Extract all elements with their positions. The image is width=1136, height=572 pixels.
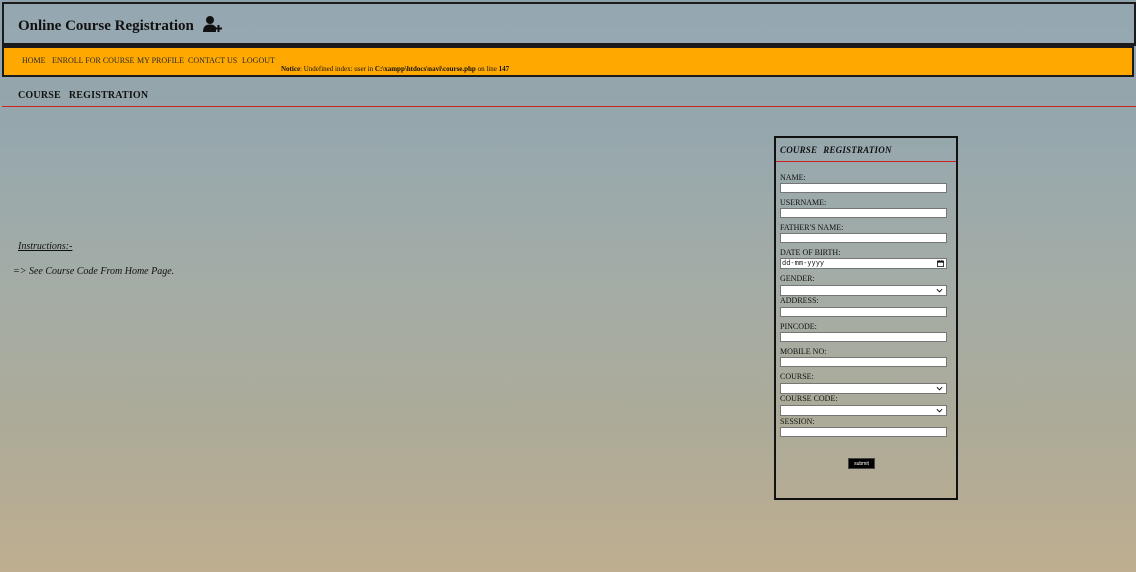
submit-button[interactable]: submit (848, 458, 875, 469)
dob-placeholder: dd-mm-yyyy (782, 259, 825, 267)
nav-bar: HOME ENROLL FOR COURSE MY PROFILE CONTAC… (2, 45, 1134, 77)
page-title-word-1: COURSE (18, 90, 61, 101)
chevron-down-icon (936, 288, 943, 293)
user-add-icon (203, 16, 222, 32)
site-title: Online Course Registration (18, 18, 194, 34)
address-input[interactable] (780, 307, 947, 317)
course-code-label: COURSE CODE: (780, 394, 838, 403)
registration-form: COURSE REGISTRATION NAME: USERNAME: FATHE… (774, 136, 958, 500)
nav-profile-link[interactable]: MY PROFILE (137, 56, 184, 65)
dob-label: DATE OF BIRTH: (780, 248, 841, 257)
form-title-word-2: REGISTRATION (823, 145, 892, 155)
notice-label: Notice (281, 65, 301, 73)
nav-contact-link[interactable]: CONTACT US (188, 56, 237, 65)
page-title-word-2: REGISTRATION (68, 90, 149, 101)
session-input[interactable] (780, 427, 947, 437)
pincode-input[interactable] (780, 332, 947, 342)
dob-input[interactable]: dd-mm-yyyy (780, 258, 947, 269)
father-name-label: FATHER'S NAME: (780, 223, 844, 232)
calendar-icon[interactable] (937, 260, 944, 267)
instructions-line: => See Course Code From Home Page. (13, 266, 175, 277)
gender-label: GENDER: (780, 274, 815, 283)
chevron-down-icon (936, 408, 943, 413)
gender-select[interactable] (780, 285, 947, 296)
course-code-select[interactable] (780, 405, 947, 416)
notice-text-2: on line (475, 65, 499, 73)
username-label: USERNAME: (780, 198, 827, 207)
course-label: COURSE: (780, 372, 814, 381)
notice-path: C:\xampp\htdocs\navi\course.php (374, 65, 476, 73)
session-label: SESSION: (780, 417, 815, 426)
father-name-input[interactable] (780, 233, 947, 243)
course-select[interactable] (780, 383, 947, 394)
name-input[interactable] (780, 183, 947, 193)
pincode-label: PINCODE: (780, 322, 817, 331)
address-label: ADDRESS: (780, 296, 819, 305)
instructions-title: Instructions:- (18, 241, 73, 252)
page-title: COURSE REGISTRATION (18, 90, 148, 101)
php-notice: Notice: Undefined index: user in C:\xamp… (281, 65, 509, 73)
notice-line: 147 (498, 65, 510, 73)
mobile-input[interactable] (780, 357, 947, 367)
notice-text-1: : Undefined index: user in (300, 65, 375, 73)
site-header: Online Course Registration (2, 2, 1136, 46)
nav-home-link[interactable]: HOME (22, 56, 46, 65)
chevron-down-icon (936, 386, 943, 391)
nav-logout-link[interactable]: LOGOUT (242, 56, 275, 65)
form-title: COURSE REGISTRATION (780, 145, 892, 155)
form-title-divider (776, 161, 956, 162)
heading-divider (2, 106, 1136, 107)
mobile-label: MOBILE NO: (780, 347, 827, 356)
name-label: NAME: (780, 173, 806, 182)
username-input[interactable] (780, 208, 947, 218)
form-title-word-1: COURSE (780, 145, 818, 155)
nav-enroll-link[interactable]: ENROLL FOR COURSE (52, 56, 134, 65)
